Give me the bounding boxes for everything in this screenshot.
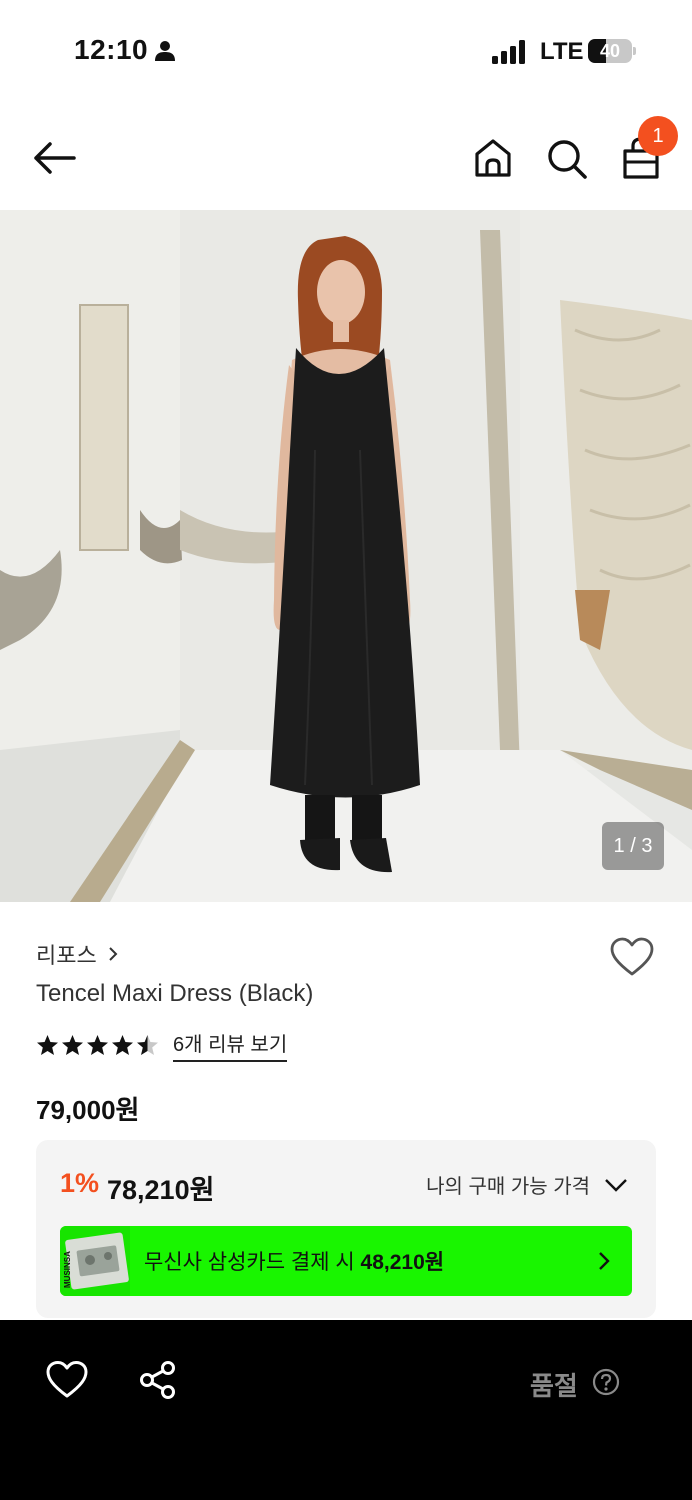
card-offer-price: 48,210원 — [360, 1251, 445, 1274]
back-arrow-icon[interactable] — [30, 134, 82, 182]
star-icon — [87, 1034, 108, 1055]
battery-icon: 40 — [588, 39, 636, 63]
card-offer-prefix: 무신사 삼성카드 결제 시 — [144, 1251, 361, 1274]
chevron-right-icon — [109, 947, 118, 961]
network-label: LTE — [540, 38, 584, 65]
discount-rate: 1% — [60, 1168, 100, 1198]
star-icon — [37, 1034, 58, 1055]
my-price-toggle[interactable]: 나의 구매 가능 가격 — [426, 1170, 628, 1199]
discount-price: 78,210원 — [107, 1175, 215, 1205]
search-icon[interactable] — [544, 134, 590, 182]
card-offer-banner[interactable]: MUSINSA 무신사 삼성카드 결제 시 48,210원 — [60, 1226, 632, 1296]
product-photo — [0, 210, 692, 902]
star-icon — [137, 1034, 158, 1055]
product-price: 79,000원 — [36, 1095, 140, 1125]
my-price-label: 나의 구매 가능 가격 — [426, 1176, 590, 1198]
rating-stars — [36, 1034, 159, 1057]
cart-count-badge: 1 — [638, 116, 678, 156]
sold-out-label: 품절 — [530, 1371, 578, 1401]
product-name: Tencel Maxi Dress (Black) — [36, 980, 314, 1007]
product-image[interactable]: 1 / 3 — [0, 210, 692, 902]
home-icon[interactable] — [470, 134, 516, 182]
heart-icon[interactable] — [46, 1360, 88, 1400]
card-offer-text: 무신사 삼성카드 결제 시 48,210원 — [144, 1246, 444, 1276]
person-icon — [155, 41, 175, 61]
top-nav: 1 — [0, 110, 692, 206]
image-counter: 1 / 3 — [602, 822, 664, 870]
help-icon[interactable] — [592, 1368, 620, 1396]
rating-row: 6개 리뷰 보기 — [36, 1028, 288, 1062]
card-logo-text: MUSINSA — [63, 1251, 72, 1288]
status-time: 12:10 — [74, 34, 149, 65]
battery-level: 40 — [599, 41, 621, 61]
status-bar: 12:10 LTE 40 — [0, 0, 692, 100]
bottom-action-bar: 품절 — [0, 1320, 692, 1500]
signal-icon — [492, 40, 525, 64]
brand-name: 리포스 — [36, 943, 97, 968]
card-image: MUSINSA — [60, 1226, 130, 1296]
chevron-right-icon — [599, 1252, 610, 1270]
heart-icon[interactable] — [610, 936, 654, 980]
price-box: 1% 78,210원 나의 구매 가능 가격 MUSINSA 무신사 삼성카드 … — [36, 1140, 656, 1318]
share-icon[interactable] — [138, 1360, 178, 1400]
star-icon — [112, 1034, 133, 1055]
brand-link[interactable]: 리포스 — [36, 938, 119, 970]
review-link[interactable]: 6개 리뷰 보기 — [173, 1028, 288, 1062]
chevron-down-icon — [605, 1178, 627, 1192]
star-icon — [62, 1034, 83, 1055]
